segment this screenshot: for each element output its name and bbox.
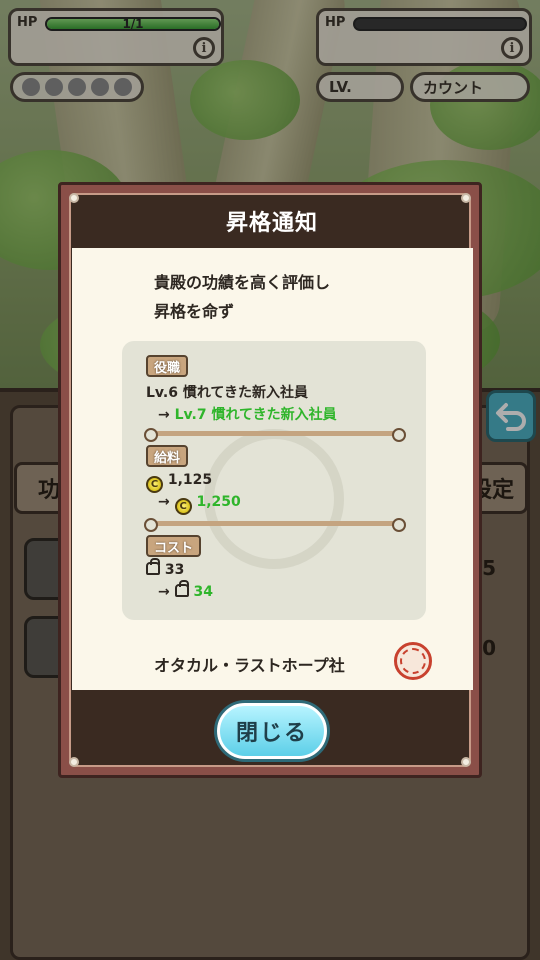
- salary-next: 1,250: [196, 494, 241, 510]
- role-next-line: → Lv.7 慣れてきた新入社員: [158, 404, 337, 424]
- section-divider: [144, 428, 406, 442]
- weight-icon: [146, 558, 160, 575]
- salary-current-line: C 1,125: [146, 472, 212, 493]
- weight-icon: [174, 580, 189, 597]
- promotion-dialog: 昇格通知 貴殿の功績を高く評価し 昇格を命ず 役職 Lv.6 慣れてきた新入社員…: [58, 182, 482, 778]
- arrow-icon: →: [158, 407, 170, 423]
- role-current: Lv.6 慣れてきた新入社員: [146, 385, 308, 401]
- notice-message-line1: 貴殿の功績を高く評価し: [154, 273, 331, 292]
- cost-tag: コスト: [146, 535, 202, 557]
- arrow-icon: →: [158, 584, 170, 600]
- salary-tag: 給料: [146, 445, 189, 467]
- cost-next-line: → 34: [158, 580, 213, 600]
- close-button[interactable]: 閉じる: [217, 703, 327, 759]
- rivet-decoration: [69, 757, 79, 767]
- company-seal-icon: [394, 642, 432, 680]
- cost-current: 33: [164, 562, 185, 578]
- company-signature: オタカル・ラストホープ社: [154, 656, 345, 675]
- cost-next: 34: [193, 584, 213, 600]
- promotion-details-card: 役職 Lv.6 慣れてきた新入社員 → Lv.7 慣れてきた新入社員 給料 C …: [122, 341, 426, 620]
- notice-paper: 貴殿の功績を高く評価し 昇格を命ず 役職 Lv.6 慣れてきた新入社員 → Lv…: [72, 248, 473, 690]
- role-tag: 役職: [146, 355, 189, 377]
- close-button-label: 閉じる: [235, 721, 308, 746]
- section-divider: [144, 518, 406, 532]
- salary-next-line: → C 1,250: [158, 494, 241, 515]
- salary-current: 1,125: [167, 472, 213, 488]
- coin-icon: C: [174, 498, 192, 515]
- notice-message-line2: 昇格を命ず: [154, 302, 235, 321]
- notice-message: 貴殿の功績を高く評価し 昇格を命ず: [154, 268, 330, 326]
- role-next: Lv.7 慣れてきた新入社員: [174, 407, 337, 423]
- cost-current-line: 33: [146, 558, 185, 578]
- coin-icon: C: [146, 476, 163, 493]
- arrow-icon: →: [158, 494, 170, 510]
- rivet-decoration: [461, 757, 471, 767]
- dialog-title: 昇格通知: [225, 211, 318, 236]
